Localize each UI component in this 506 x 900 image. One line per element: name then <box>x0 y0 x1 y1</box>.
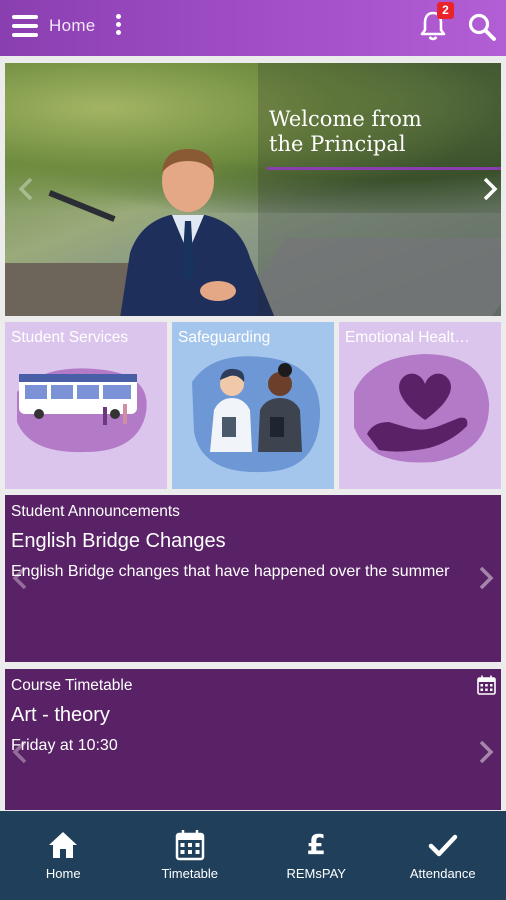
card-title: Art - theory <box>11 704 110 726</box>
hero-title: Welcome from the Principal <box>269 107 499 157</box>
people-illustration <box>192 356 321 473</box>
nav-item-home[interactable]: Home <box>0 811 127 900</box>
tile-student-services[interactable]: Student Services <box>5 322 167 489</box>
tile-label: Safeguarding <box>178 329 271 346</box>
announcement-card[interactable]: Student Announcements English Bridge Cha… <box>5 495 501 662</box>
tile-label: Student Services <box>11 329 129 346</box>
search-icon[interactable] <box>467 12 497 42</box>
nav-label: REMsPAY <box>286 866 346 881</box>
notification-badge: 2 <box>437 2 454 19</box>
timetable-card[interactable]: Course Timetable Art - theory Friday at … <box>5 669 501 810</box>
nav-label: Timetable <box>161 866 219 881</box>
top-app-bar: Home 2 <box>0 0 506 56</box>
tile-safeguarding[interactable]: Safeguarding <box>172 322 334 489</box>
chevron-left-icon[interactable] <box>11 565 29 591</box>
hero-overlay <box>258 63 501 316</box>
card-title: English Bridge Changes <box>11 530 226 552</box>
chevron-right-icon[interactable] <box>477 739 495 765</box>
chevron-left-icon[interactable] <box>11 739 29 765</box>
hero-title-underline <box>267 167 501 170</box>
principal-photo <box>120 148 275 316</box>
card-description: English Bridge changes that have happene… <box>11 563 450 580</box>
chevron-left-icon[interactable] <box>17 176 35 202</box>
nav-label: Attendance <box>409 866 476 881</box>
hero-carousel[interactable]: Welcome from the Principal <box>5 63 501 316</box>
nav-label: Home <box>45 866 81 881</box>
nav-item-remspay[interactable]: £ REMsPAY <box>253 811 380 900</box>
tile-emotional-health[interactable]: Emotional Healt… <box>339 322 501 489</box>
pound-icon: £ <box>306 828 326 861</box>
chevron-right-icon[interactable] <box>477 565 495 591</box>
bottom-navigation: Home Timetable £ REMsPAY Attendance <box>0 811 506 900</box>
page-title: Home <box>49 16 96 35</box>
calendar-icon <box>477 675 496 695</box>
menu-icon[interactable] <box>12 15 38 37</box>
more-vertical-icon[interactable] <box>114 12 122 38</box>
heart-hand-illustration <box>354 354 490 463</box>
calendar-icon <box>175 830 204 861</box>
home-icon <box>49 832 78 858</box>
nav-item-attendance[interactable]: Attendance <box>380 811 506 900</box>
hero-title-line2: the Principal <box>269 132 406 156</box>
bus-station-illustration <box>17 368 147 453</box>
chevron-right-icon[interactable] <box>481 176 499 202</box>
nav-item-timetable[interactable]: Timetable <box>127 811 254 900</box>
card-category: Student Announcements <box>11 503 180 520</box>
hero-title-line1: Welcome from <box>269 107 422 131</box>
card-category: Course Timetable <box>11 677 133 694</box>
checkmark-icon <box>428 834 457 857</box>
app-root: Home 2 Welcome from the Principal Studen… <box>0 0 506 900</box>
tile-label: Emotional Healt… <box>345 329 470 346</box>
